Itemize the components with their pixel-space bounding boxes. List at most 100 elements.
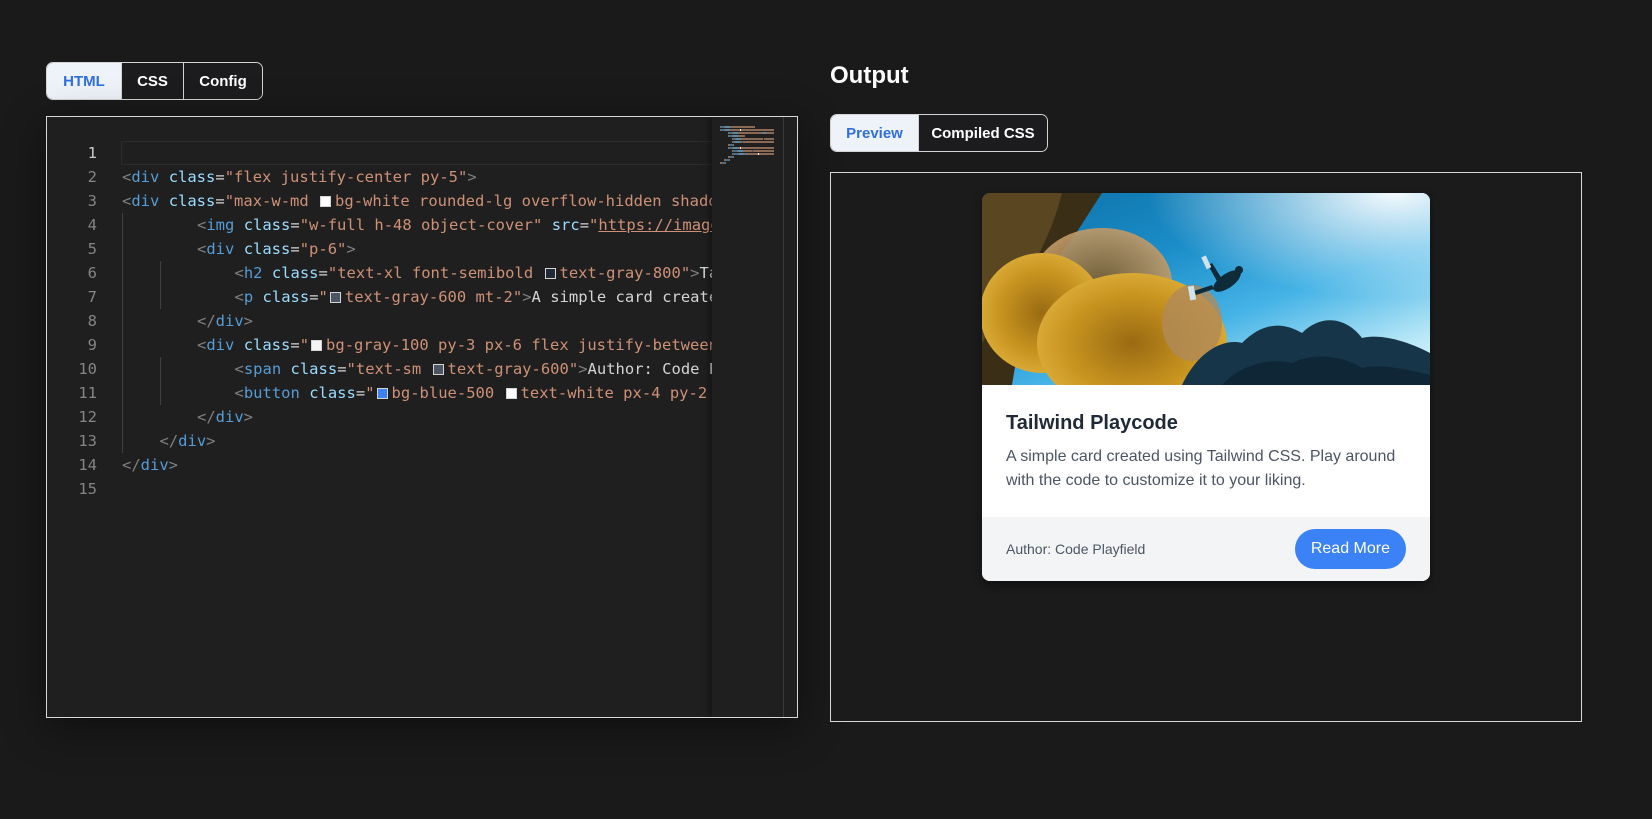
line-number: 8	[87, 312, 97, 330]
code-token: =	[337, 360, 347, 378]
tab-preview[interactable]: Preview	[831, 115, 919, 151]
code-line[interactable]: 14 </div>	[47, 453, 712, 477]
code-token: div	[140, 456, 169, 474]
code-token: =	[290, 336, 300, 354]
card-title: Tailwind Playcode	[1006, 412, 1178, 434]
minimap[interactable]	[712, 117, 783, 717]
indent-guide	[159, 285, 161, 309]
minimap-stroke	[729, 159, 730, 161]
color-swatch-icon[interactable]	[505, 388, 517, 399]
line-number: 4	[87, 216, 97, 234]
code-token: "text-xl font-semibold	[327, 264, 543, 282]
code-token: >	[243, 408, 254, 426]
code-token: =	[355, 384, 366, 402]
code-token: Tailwind	[699, 264, 712, 282]
code-token: >	[168, 456, 179, 474]
code-token: =	[579, 216, 590, 234]
code-token: >	[690, 264, 700, 282]
indent-guide	[122, 429, 123, 453]
code-content: <div class="flex justify-center py-5">	[122, 165, 477, 189]
code-editor[interactable]: 1 2 <div class="flex justify-center py-5">…	[46, 116, 798, 718]
code-token: class	[309, 384, 356, 402]
line-number: 15	[78, 480, 97, 498]
minimap-stroke	[743, 141, 760, 143]
code-token: text-gray-800"	[559, 264, 691, 282]
read-more-button[interactable]: Read More	[1294, 529, 1406, 569]
line-number: 6	[87, 264, 97, 282]
minimap-stroke	[753, 150, 766, 152]
code-token: "p-6"	[299, 240, 347, 258]
minimap-stroke	[741, 147, 774, 149]
color-swatch-icon[interactable]	[432, 364, 444, 375]
code-token: class	[262, 288, 310, 306]
tab-compiled-css[interactable]: Compiled CSS	[919, 115, 1047, 151]
code-line[interactable]: 10 <span class="text-sm text-gray-600">Au…	[47, 357, 712, 381]
code-token: </	[197, 408, 216, 426]
code-token: "flex justify-center py-5"	[224, 168, 468, 186]
code-token: div	[178, 432, 207, 450]
code-token: img	[206, 216, 235, 234]
code-line[interactable]: 1	[47, 141, 712, 165]
code-token: >	[346, 240, 356, 258]
code-line[interactable]: 5 <div class="p-6">	[47, 237, 712, 261]
tab-html[interactable]: HTML	[47, 63, 122, 99]
code-line[interactable]: 13 </div>	[47, 429, 712, 453]
code-token: class	[168, 168, 216, 186]
tab-config[interactable]: Config	[184, 63, 262, 99]
card-footer: Author: Code Playfield Read More	[982, 517, 1430, 581]
code-line[interactable]: 2 <div class="flex justify-center py-5">	[47, 165, 712, 189]
minimap-stroke	[754, 126, 755, 128]
code-line[interactable]: 4 <img class="w-full h-48 object-cover" s…	[47, 213, 712, 237]
code-token: text-white px-4 py-2 rounded-full	[520, 384, 708, 402]
code-token: >	[578, 360, 588, 378]
code-line[interactable]: 9 <div class=" bg-gray-100 py-3 px-6 flex …	[47, 333, 712, 357]
code-content: <div class="max-w-md bg-white rounded-lg…	[122, 189, 712, 213]
line-number: 9	[87, 336, 97, 354]
vertical-scrollbar[interactable]	[783, 117, 797, 717]
color-swatch-icon[interactable]	[320, 196, 332, 207]
code-token: "	[589, 216, 599, 234]
code-token: h2	[243, 264, 263, 282]
code-line[interactable]: 3 <div class="max-w-md bg-white rounded-l…	[47, 189, 712, 213]
line-number: 3	[87, 192, 97, 210]
code-token: =	[290, 216, 300, 234]
code-token: =	[309, 288, 319, 306]
code-token: class	[290, 360, 338, 378]
color-swatch-icon[interactable]	[544, 268, 556, 279]
indent-guide	[122, 237, 123, 261]
card-description: A simple card created using Tailwind CSS…	[1006, 448, 1396, 489]
code-token: button	[243, 384, 300, 402]
line-number: 13	[78, 432, 97, 450]
code-content: <div class="p-6">	[197, 237, 356, 261]
code-token: div	[131, 168, 160, 186]
code-content: </div>	[160, 429, 216, 453]
editor-language-tabs: HTML CSS Config	[46, 62, 263, 100]
code-line[interactable]: 12 </div>	[47, 405, 712, 429]
color-swatch-icon[interactable]	[376, 388, 388, 399]
code-token: "max-w-md	[224, 192, 319, 210]
code-token: class	[243, 336, 291, 354]
code-token: bg-white rounded-lg overflow-hidden shad…	[335, 192, 712, 210]
code-text-area[interactable]: 1 2 <div class="flex justify-center py-5">…	[47, 117, 712, 717]
code-line[interactable]: 8 </div>	[47, 309, 712, 333]
minimap-stroke	[764, 138, 774, 140]
code-line[interactable]: 7 <p class=" text-gray-600 mt-2">A simple …	[47, 285, 712, 309]
indent-guide	[122, 333, 123, 357]
tab-css[interactable]: CSS	[122, 63, 184, 99]
code-token: >	[206, 432, 216, 450]
color-swatch-icon[interactable]	[311, 340, 323, 351]
code-token: text-gray-600"	[447, 360, 579, 378]
code-token: "text-sm	[346, 360, 431, 378]
color-swatch-icon[interactable]	[329, 292, 341, 303]
code-line[interactable]: 6 <h2 class="text-xl font-semibold text-g…	[47, 261, 712, 285]
code-line[interactable]: 11 <button class=" bg-blue-500 text-white …	[47, 381, 712, 405]
minimap-stroke	[733, 156, 734, 158]
code-token: </	[122, 456, 141, 474]
line-number: 2	[87, 168, 97, 186]
code-line[interactable]: 15	[47, 477, 712, 501]
